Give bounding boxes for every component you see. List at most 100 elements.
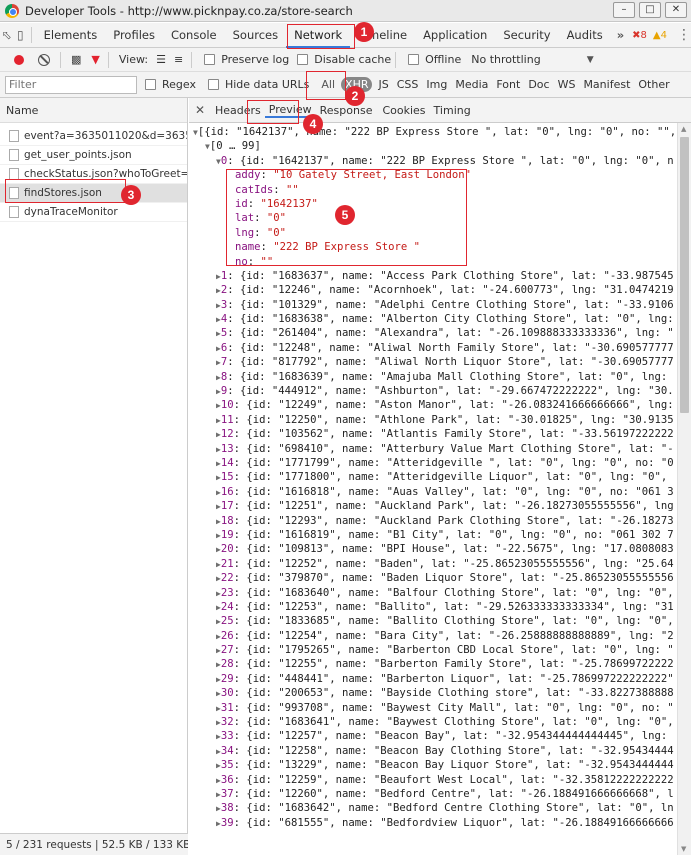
- tree-node-item[interactable]: ▶15: {id: "1771800", name: "Atteridgevil…: [189, 470, 674, 484]
- tab-cookies[interactable]: Cookies: [378, 104, 429, 117]
- tree-node-item[interactable]: ▶9: {id: "444912", name: "Ashburton", la…: [189, 384, 674, 398]
- item-summary: {id: "1771800", name: "Atteridgeville Li…: [246, 471, 674, 484]
- tab-security[interactable]: Security: [495, 23, 558, 48]
- filter-type-doc[interactable]: Doc: [524, 78, 553, 91]
- filter-type-img[interactable]: Img: [422, 78, 451, 91]
- chevron-down-icon[interactable]: ▼: [587, 55, 594, 65]
- minimize-button[interactable]: –: [613, 2, 635, 18]
- maximize-button[interactable]: □: [639, 2, 661, 18]
- tab-sources[interactable]: Sources: [225, 23, 287, 48]
- tree-node-item[interactable]: ▶7: {id: "817792", name: "Aliwal North L…: [189, 355, 674, 369]
- filter-type-css[interactable]: CSS: [393, 78, 423, 91]
- tree-node-item[interactable]: ▶34: {id: "12258", name: "Beacon Bay Clo…: [189, 744, 674, 758]
- tree-node-item[interactable]: ▶21: {id: "12252", name: "Baden", lat: "…: [189, 557, 674, 571]
- request-row[interactable]: checkStatus.json?whoToGreet=firs...: [0, 165, 187, 184]
- tree-node-item[interactable]: ▶22: {id: "379870", name: "Baden Liquor …: [189, 571, 674, 585]
- filter-type-ws[interactable]: WS: [554, 78, 580, 91]
- more-options-icon[interactable]: ⋮: [677, 27, 691, 43]
- filter-type-media[interactable]: Media: [451, 78, 492, 91]
- tree-node-item[interactable]: ▶27: {id: "1795265", name: "Barberton CB…: [189, 643, 674, 657]
- tree-node-item[interactable]: ▶6: {id: "12248", name: "Aliwal North Fa…: [189, 341, 674, 355]
- tree-node-item[interactable]: ▶18: {id: "12293", name: "Auckland Park …: [189, 514, 674, 528]
- tree-node-item[interactable]: ▶12: {id: "103562", name: "Atlantis Fami…: [189, 427, 674, 441]
- tree-node-item[interactable]: ▶24: {id: "12253", name: "Ballito", lat:…: [189, 600, 674, 614]
- tree-node-item[interactable]: ▶31: {id: "993708", name: "Baywest City …: [189, 701, 674, 715]
- disable-cache-checkbox[interactable]: [297, 54, 309, 65]
- tree-node-item[interactable]: ▶28: {id: "12255", name: "Barberton Fami…: [189, 657, 674, 671]
- tree-node-item[interactable]: ▶29: {id: "448441", name: "Barberton Liq…: [189, 672, 674, 686]
- tree-node-item[interactable]: ▶13: {id: "698410", name: "Atterbury Val…: [189, 442, 674, 456]
- tree-node-item[interactable]: ▶3: {id: "101329", name: "Adelphi Centre…: [189, 298, 674, 312]
- name-column-header[interactable]: Name: [0, 98, 187, 123]
- tree-node-item[interactable]: ▶33: {id: "12257", name: "Beacon Bay", l…: [189, 729, 674, 743]
- request-row[interactable]: event?a=3635011020&d=3635011...: [0, 127, 187, 146]
- overview-icon[interactable]: ≡: [174, 53, 183, 66]
- tree-node-item[interactable]: ▶30: {id: "200653", name: "Bayside Cloth…: [189, 686, 674, 700]
- tree-node-item[interactable]: ▶39: {id: "681555", name: "Bedfordview L…: [189, 816, 674, 830]
- tree-node-item[interactable]: ▶20: {id: "109813", name: "BPI House", l…: [189, 542, 674, 556]
- tree-node-item[interactable]: ▶11: {id: "12250", name: "Athlone Park",…: [189, 413, 674, 427]
- tree-node-item[interactable]: ▶38: {id: "1683642", name: "Bedford Cent…: [189, 801, 674, 815]
- error-count-badge[interactable]: ✖8: [632, 30, 647, 41]
- filter-type-font[interactable]: Font: [492, 78, 524, 91]
- tree-node-item[interactable]: ▶35: {id: "13229", name: "Beacon Bay Liq…: [189, 758, 674, 772]
- tree-node-item[interactable]: ▶14: {id: "1771799", name: "Atteridgevil…: [189, 456, 674, 470]
- tab-console[interactable]: Console: [163, 23, 225, 48]
- tree-node-item[interactable]: ▶19: {id: "1616819", name: "B1 City", la…: [189, 528, 674, 542]
- scroll-up-icon[interactable]: ▲: [681, 125, 686, 133]
- tab-application[interactable]: Application: [415, 23, 495, 48]
- tab-elements[interactable]: Elements: [36, 23, 106, 48]
- warning-count-badge[interactable]: ▲4: [653, 30, 667, 41]
- filter-funnel-icon[interactable]: ▼: [91, 53, 99, 66]
- tree-node-item[interactable]: ▶32: {id: "1683641", name: "Baywest Clot…: [189, 715, 674, 729]
- tree-node-item[interactable]: ▶26: {id: "12254", name: "Bara City", la…: [189, 629, 674, 643]
- request-row[interactable]: dynaTraceMonitor: [0, 203, 187, 222]
- hide-data-urls-checkbox[interactable]: [207, 79, 219, 90]
- tree-node-item[interactable]: ▶17: {id: "12251", name: "Auckland Park"…: [189, 499, 674, 513]
- tree-node-item[interactable]: ▶37: {id: "12260", name: "Bedford Centre…: [189, 787, 674, 801]
- scrollbar-thumb[interactable]: [680, 137, 689, 413]
- tree-node-item[interactable]: ▶36: {id: "12259", name: "Beaufort West …: [189, 773, 674, 787]
- inspect-element-icon[interactable]: ⬁: [0, 23, 14, 48]
- device-toolbar-icon[interactable]: ▯: [14, 23, 28, 48]
- tab-headers[interactable]: Headers: [211, 104, 265, 117]
- tree-node-root[interactable]: ▼[{id: "1642137", name: "222 BP Express …: [189, 125, 674, 139]
- filter-input[interactable]: [5, 75, 137, 94]
- tab-profiles[interactable]: Profiles: [105, 23, 163, 48]
- filter-type-manifest[interactable]: Manifest: [579, 78, 634, 91]
- tree-node-item[interactable]: ▶8: {id: "1683639", name: "Amajuba Mall …: [189, 370, 674, 384]
- tree-node-item[interactable]: ▶1: {id: "1683637", name: "Access Park C…: [189, 269, 674, 283]
- throttling-select[interactable]: No throttling: [471, 53, 540, 66]
- vertical-scrollbar[interactable]: ▲ ▼: [677, 123, 691, 855]
- regex-checkbox[interactable]: [145, 79, 156, 90]
- filter-type-js[interactable]: JS: [374, 78, 392, 91]
- tree-node-item[interactable]: ▶4: {id: "1683638", name: "Alberton City…: [189, 312, 674, 326]
- tab-audits[interactable]: Audits: [559, 23, 611, 48]
- more-tabs-icon[interactable]: »: [611, 28, 630, 42]
- tree-node-range[interactable]: ▼[0 … 99]: [189, 139, 674, 153]
- scroll-down-icon[interactable]: ▼: [681, 845, 686, 853]
- clear-icon[interactable]: [38, 53, 50, 66]
- tree-node-item[interactable]: ▶23: {id: "1683640", name: "Balfour Clot…: [189, 586, 674, 600]
- request-row[interactable]: get_user_points.json: [0, 146, 187, 165]
- request-row-selected[interactable]: findStores.json: [0, 184, 187, 203]
- tab-timing[interactable]: Timing: [430, 104, 475, 117]
- filter-type-other[interactable]: Other: [634, 78, 673, 91]
- offline-checkbox[interactable]: [408, 54, 420, 65]
- tree-node-item[interactable]: ▶2: {id: "12246", name: "Acornhoek", lat…: [189, 283, 674, 297]
- item-summary: {id: "12248", name: "Aliwal North Family…: [239, 341, 674, 354]
- tab-response[interactable]: Response: [316, 104, 377, 117]
- tree-node-item[interactable]: ▼0: {id: "1642137", name: "222 BP Expres…: [189, 154, 674, 168]
- filter-type-all[interactable]: All: [317, 78, 339, 91]
- record-icon[interactable]: [14, 54, 24, 65]
- tree-node-item[interactable]: ▶5: {id: "261404", name: "Alexandra", la…: [189, 326, 674, 340]
- tab-network[interactable]: Network: [286, 23, 351, 48]
- capture-screenshots-icon[interactable]: ▩: [71, 53, 81, 66]
- tree-node-item[interactable]: ▶16: {id: "1616818", name: "Auas Valley"…: [189, 485, 674, 499]
- close-icon[interactable]: ✕: [189, 103, 211, 117]
- preserve-log-checkbox[interactable]: [204, 54, 216, 65]
- close-window-button[interactable]: ✕: [665, 2, 687, 18]
- tree-node-item[interactable]: ▶10: {id: "12249", name: "Aston Manor", …: [189, 398, 674, 412]
- large-rows-icon[interactable]: ☰: [156, 53, 166, 66]
- tree-node-item[interactable]: ▶25: {id: "1833685", name: "Ballito Clot…: [189, 614, 674, 628]
